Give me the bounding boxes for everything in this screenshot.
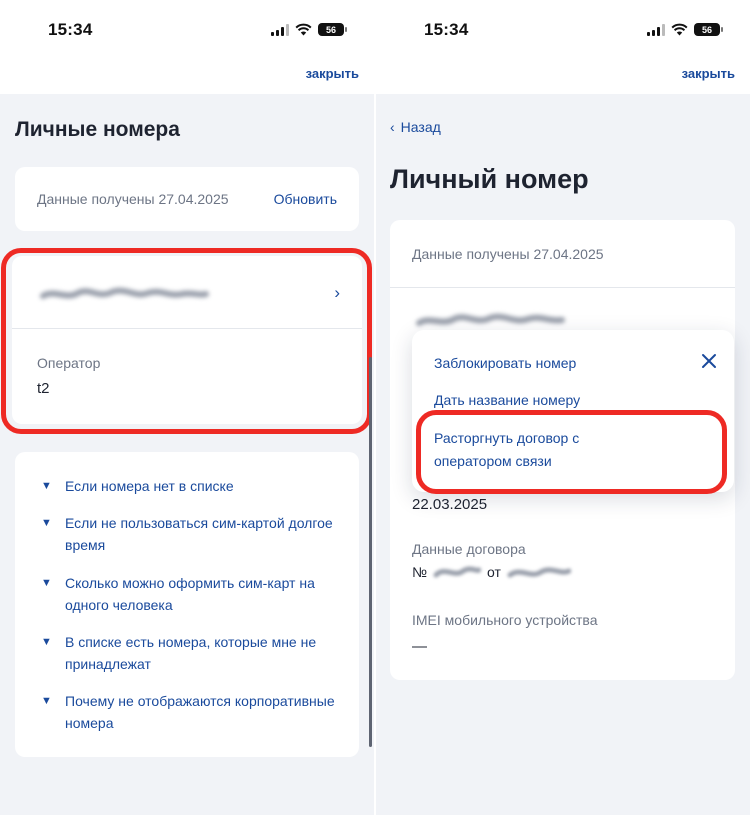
status-time: 15:34: [424, 20, 469, 39]
close-link[interactable]: закрыть: [682, 66, 735, 81]
faq-item-label: Сколько можно оформить сим-карт на одног…: [65, 575, 315, 613]
battery-icon: 56: [318, 23, 347, 36]
divider: [12, 328, 362, 329]
chevron-down-icon: ▼: [41, 517, 52, 529]
wifi-icon: [295, 23, 312, 36]
signal-icon: [647, 23, 665, 36]
faq-item-label: В списке есть номера, которые мне не при…: [65, 634, 317, 672]
status-bar: 15:34 56: [0, 0, 374, 58]
terminate-contract-line1: Расторгнуть договор с: [434, 430, 580, 446]
scrollbar[interactable]: [369, 357, 372, 747]
operator-label: Оператор: [37, 355, 101, 371]
chevron-down-icon: ▼: [41, 480, 52, 492]
faq-item[interactable]: ▼ В списке есть номера, которые мне не п…: [41, 631, 355, 675]
screen-personal-number: 15:34 56 закрыть ‹ Назад Личный номер Да…: [376, 0, 750, 815]
faq-item-label: Если номера нет в списке: [65, 478, 234, 494]
faq-card: ▼ Если номера нет в списке ▼ Если не пол…: [15, 452, 359, 757]
refresh-button[interactable]: Обновить: [274, 191, 337, 207]
actions-menu: Заблокировать номер Дать название номеру…: [412, 330, 734, 492]
signal-icon: [271, 23, 289, 36]
faq-item[interactable]: ▼ Если не пользоваться сим-картой долгое…: [41, 512, 355, 556]
back-button[interactable]: ‹ Назад: [390, 119, 441, 135]
nav-bar: закрыть: [0, 58, 374, 94]
blurred-phone-number: [40, 287, 209, 299]
data-received-card: Данные получены 27.04.2025 Обновить: [15, 167, 359, 231]
data-received-text: Данные получены 27.04.2025: [37, 191, 229, 207]
contract-from: от: [487, 564, 501, 580]
imei-label: IMEI мобильного устройства: [412, 612, 598, 628]
imei-value: —: [412, 638, 427, 655]
rename-number-item[interactable]: Дать название номеру: [434, 389, 580, 412]
chevron-right-icon: ›: [334, 283, 340, 302]
blurred-contract-number: [433, 566, 482, 578]
back-label: Назад: [400, 119, 441, 135]
contract-label: Данные договора: [412, 541, 526, 557]
chevron-down-icon: ▼: [41, 577, 52, 589]
contract-number-prefix: №: [412, 564, 428, 580]
terminate-contract-line2: оператором связи: [434, 453, 552, 469]
blurred-phone-number: [416, 313, 565, 326]
block-number-item[interactable]: Заблокировать номер: [434, 352, 576, 375]
close-link[interactable]: закрыть: [306, 66, 359, 81]
status-icons: 56: [647, 23, 723, 36]
blurred-contract-date: [507, 567, 571, 578]
close-icon[interactable]: [700, 352, 718, 370]
contract-row: № от: [412, 563, 571, 581]
status-time: 15:34: [48, 20, 93, 39]
battery-icon: 56: [694, 23, 723, 36]
phone-number-card[interactable]: › Оператор t2: [12, 256, 362, 424]
terminate-contract-item[interactable]: Расторгнуть договор с оператором связи: [434, 427, 579, 473]
faq-item[interactable]: ▼ Почему не отображаются корпоративные н…: [41, 690, 355, 734]
wifi-icon: [671, 23, 688, 36]
nav-bar: закрыть: [376, 58, 750, 94]
chevron-down-icon: ▼: [41, 695, 52, 707]
data-received-text: Данные получены 27.04.2025: [412, 246, 604, 262]
chevron-down-icon: ▼: [41, 636, 52, 648]
registration-date: 22.03.2025: [412, 496, 488, 513]
status-bar: 15:34 56: [376, 0, 750, 58]
faq-item-label: Почему не отображаются корпоративные ном…: [65, 693, 335, 731]
status-icons: 56: [271, 23, 347, 36]
chevron-left-icon: ‹: [390, 119, 395, 135]
faq-item-label: Если не пользоваться сим-картой долгое в…: [65, 515, 333, 553]
page-title: Личные номера: [15, 118, 180, 141]
screen-personal-numbers: 15:34 56 закрыть Личные номера Данные по…: [0, 0, 374, 815]
divider: [390, 287, 735, 288]
page-title: Личный номер: [390, 164, 589, 194]
faq-item[interactable]: ▼ Если номера нет в списке: [41, 475, 355, 497]
faq-item[interactable]: ▼ Сколько можно оформить сим-карт на одн…: [41, 572, 355, 616]
operator-value: t2: [37, 380, 50, 397]
